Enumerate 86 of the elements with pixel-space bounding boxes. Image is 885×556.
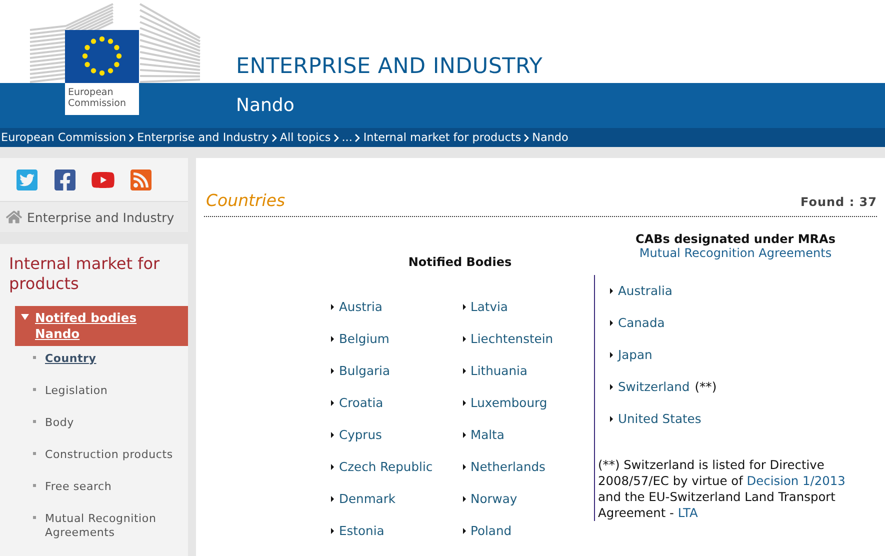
- triangle-bullet-icon: [331, 336, 334, 342]
- home-link[interactable]: Enterprise and Industry: [0, 202, 188, 232]
- country-link[interactable]: Austria: [339, 300, 382, 314]
- bullet-icon: [33, 420, 36, 423]
- country-link[interactable]: Australia: [618, 284, 672, 298]
- country-link[interactable]: Latvia: [470, 300, 508, 314]
- footnote-mark: (**): [694, 380, 717, 394]
- country-link[interactable]: Lithuania: [470, 364, 528, 378]
- country-link[interactable]: Norway: [470, 492, 518, 506]
- section-title: Internal market for products: [9, 254, 161, 294]
- triangle-bullet-icon: [331, 464, 334, 470]
- triangle-bullet-icon: [462, 528, 466, 534]
- country-link[interactable]: Denmark: [339, 492, 396, 506]
- bullet-icon: [33, 484, 36, 487]
- triangle-bullet-icon: [610, 288, 613, 294]
- triangle-bullet-icon: [462, 464, 466, 470]
- bullet-icon: [33, 356, 36, 359]
- country-link[interactable]: United States: [618, 412, 702, 426]
- triangle-bullet-icon: [610, 352, 613, 358]
- footnote-link[interactable]: Decision 1/2013: [746, 474, 846, 488]
- country-link[interactable]: Cyprus: [339, 428, 382, 442]
- country-link[interactable]: Croatia: [339, 396, 384, 410]
- page-subtitle: Nando: [236, 95, 294, 116]
- country-link[interactable]: Bulgaria: [339, 364, 390, 378]
- country-link[interactable]: Canada: [618, 316, 665, 330]
- nav-subitem[interactable]: Construction products: [33, 444, 188, 476]
- country-link[interactable]: Malta: [470, 428, 504, 442]
- chevron-icon: [334, 134, 339, 142]
- column-heading: Notified Bodies: [408, 255, 512, 269]
- eu-flag-icon: [65, 30, 139, 83]
- home-icon: [6, 209, 22, 225]
- rss-icon[interactable]: [129, 168, 153, 192]
- country-link[interactable]: Belgium: [339, 332, 390, 346]
- nav-subitem[interactable]: Body: [33, 412, 188, 444]
- country-link[interactable]: Liechtenstein: [470, 332, 554, 346]
- breadcrumb-link[interactable]: Internal market for products: [363, 131, 522, 144]
- chevron-icon: [524, 134, 530, 142]
- triangle-bullet-icon: [331, 304, 334, 310]
- twitter-icon[interactable]: [15, 168, 39, 192]
- triangle-bullet-icon: [331, 368, 334, 374]
- breadcrumb-link[interactable]: Nando: [532, 131, 568, 144]
- nav-item[interactable]: Notifed bodies Nando: [15, 306, 188, 346]
- breadcrumb-link[interactable]: ...: [342, 131, 352, 144]
- breadcrumb-link[interactable]: European Commission: [1, 131, 126, 144]
- facebook-icon[interactable]: [53, 168, 77, 192]
- country-link[interactable]: Luxembourg: [470, 396, 548, 410]
- country-link[interactable]: Switzerland: [618, 380, 690, 394]
- country-link[interactable]: Japan: [618, 348, 652, 362]
- chevron-icon: [272, 134, 277, 142]
- triangle-bullet-icon: [331, 496, 334, 502]
- triangle-bullet-icon: [610, 320, 613, 326]
- triangle-bullet-icon: [610, 416, 613, 422]
- nav-subitem[interactable]: Country: [33, 348, 188, 380]
- country-link[interactable]: Poland: [470, 524, 512, 538]
- chevron-icon: [129, 134, 134, 142]
- triangle-bullet-icon: [331, 528, 334, 534]
- bullet-icon: [33, 388, 36, 391]
- country-link[interactable]: Netherlands: [470, 460, 546, 474]
- page-heading: Countries: [206, 191, 286, 210]
- nav-subitem[interactable]: Mutual Recognition Agreements: [33, 508, 188, 544]
- breadcrumb-link[interactable]: Enterprise and Industry: [137, 131, 269, 144]
- footnote-text: (**) Switzerland is listed for Directive 2008/57/EC by virtue of Decision 1/2013 and the EU-Switzerland Land Transport Agreement - LTA: [598, 457, 846, 521]
- country-link[interactable]: Estonia: [339, 524, 384, 538]
- column-heading: CABs designated under MRAs: [636, 232, 836, 246]
- nav-subitem[interactable]: Legislation: [33, 380, 188, 412]
- footnote-link[interactable]: LTA: [678, 506, 698, 520]
- triangle-bullet-icon: [462, 368, 466, 374]
- bullet-icon: [33, 452, 36, 455]
- logo-text: European Commission: [65, 83, 139, 115]
- nav-subitem[interactable]: Free search: [33, 476, 188, 508]
- chevron-icon: [355, 134, 360, 142]
- triangle-bullet-icon: [462, 400, 466, 406]
- bullet-icon: [33, 516, 36, 519]
- result-count: Found : 37: [800, 195, 877, 209]
- breadcrumb-link[interactable]: All topics: [280, 131, 331, 144]
- site-title: ENTERPRISE AND INDUSTRY: [236, 54, 543, 81]
- triangle-bullet-icon: [462, 432, 466, 438]
- triangle-bullet-icon: [610, 384, 613, 390]
- caret-icon: [21, 314, 29, 320]
- triangle-bullet-icon: [462, 496, 466, 502]
- triangle-bullet-icon: [331, 400, 334, 406]
- triangle-bullet-icon: [462, 304, 466, 310]
- country-link[interactable]: Czech Republic: [339, 460, 433, 474]
- triangle-bullet-icon: [462, 336, 466, 342]
- mra-link[interactable]: Mutual Recognition Agreements: [639, 246, 832, 260]
- triangle-bullet-icon: [331, 432, 334, 438]
